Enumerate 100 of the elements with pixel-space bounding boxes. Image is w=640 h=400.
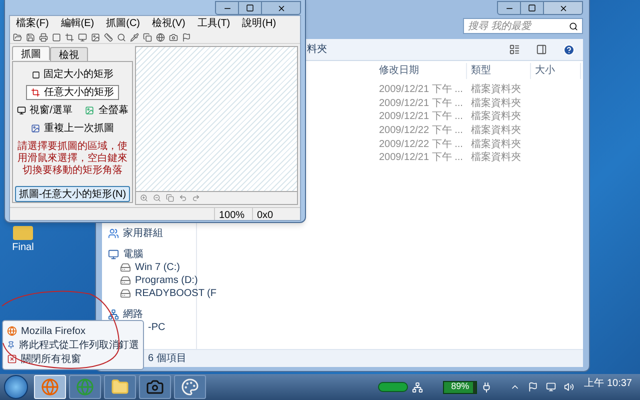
date-cell-text: 2009/12/22 下午 ...	[378, 138, 464, 152]
magnifier-icon[interactable]	[117, 32, 126, 42]
start-button[interactable]	[4, 375, 28, 399]
type-cell-text: 檔案資料夾	[470, 150, 522, 166]
crop-icon[interactable]	[65, 32, 74, 42]
network-icon	[108, 309, 119, 320]
browser-icon	[41, 378, 59, 396]
redo-icon[interactable]	[192, 194, 200, 202]
drive-icon	[120, 288, 131, 299]
menu-item[interactable]: 說明(H)	[242, 16, 276, 31]
copy-icon[interactable]	[143, 32, 152, 42]
menu-item[interactable]: 抓圖(C)	[106, 16, 140, 31]
copy-icon[interactable]	[166, 194, 174, 202]
capture-mode-button[interactable]: 任意大小的矩形	[26, 85, 119, 100]
image-size: 0x0	[252, 208, 300, 220]
column-header[interactable]: 修改日期	[375, 63, 467, 79]
maximize-icon	[246, 4, 254, 12]
browser-icon	[7, 326, 17, 336]
clock[interactable]: 上午 10:37	[584, 376, 632, 391]
close-icon	[276, 4, 286, 12]
window-icon[interactable]	[78, 32, 87, 42]
save-icon[interactable]	[26, 32, 35, 42]
jump-list-item[interactable]: 關閉所有視窗	[21, 352, 81, 366]
speaker-icon[interactable]	[564, 382, 574, 392]
jump-list-item[interactable]: Mozilla Firefox	[21, 324, 86, 338]
capture-mode-button[interactable]: 視窗/選單	[12, 103, 78, 118]
zoom-out-icon[interactable]	[153, 194, 161, 202]
nav-item[interactable]: 網路	[123, 307, 143, 322]
drive-icon	[120, 275, 131, 286]
search-field[interactable]: 搜尋 我的最愛	[463, 18, 583, 34]
maximize-button[interactable]	[239, 1, 261, 15]
landscape-icon	[31, 124, 40, 133]
nav-item[interactable]: READYBOOST (F	[135, 286, 216, 301]
help-icon[interactable]	[563, 44, 575, 56]
maximize-button[interactable]	[521, 1, 543, 15]
nav-item[interactable]: 家用群組	[123, 226, 163, 241]
capture-button[interactable]: 抓圖-任意大小的矩形(N)	[14, 186, 130, 202]
date-cell-text: 2009/12/22 下午 ...	[378, 124, 464, 138]
capture-mode-button[interactable]: 重複上一次抓圖	[26, 121, 119, 136]
taskbar-button[interactable]	[104, 375, 136, 399]
landscape-icon	[85, 106, 94, 115]
plug-icon[interactable]	[481, 382, 492, 392]
close-icon	[558, 4, 568, 12]
close-button[interactable]	[261, 1, 301, 15]
jump-list-item[interactable]: 將此程式從工作列取消釘選	[19, 338, 139, 352]
nav-item[interactable]: Programs (D:)	[135, 273, 198, 288]
battery-percent: 89%	[450, 380, 470, 394]
menu-item[interactable]: 工具(T)	[197, 16, 230, 31]
globe-icon[interactable]	[156, 32, 165, 42]
zoom-level: 100%	[214, 208, 252, 220]
pin-icon	[7, 340, 15, 350]
type-cell-text: 檔案資料夾	[470, 138, 522, 152]
rectangle-icon[interactable]	[52, 32, 61, 42]
date-cell-text: 2009/12/21 下午 ...	[378, 83, 464, 98]
eyedropper-icon[interactable]	[130, 32, 139, 42]
type-cell-text: 檔案資料夾	[470, 124, 522, 138]
network-icon[interactable]	[412, 382, 424, 392]
printer-icon[interactable]	[39, 32, 48, 42]
ruler-icon[interactable]	[104, 32, 113, 42]
camera-icon[interactable]	[169, 32, 178, 42]
people-icon	[108, 228, 119, 239]
capture-mode-button[interactable]: 固定大小的矩形	[26, 67, 118, 82]
capture-mode-button[interactable]: 全螢幕	[80, 103, 134, 118]
close-icon	[7, 354, 17, 364]
type-cell-text: 檔案資料夾	[470, 96, 522, 110]
undo-icon[interactable]	[179, 194, 187, 202]
column-header[interactable]: 大小	[531, 63, 581, 79]
close-button[interactable]	[543, 1, 583, 15]
nav-item[interactable]: -PC	[148, 320, 166, 335]
menu-item[interactable]: 檔案(F)	[16, 16, 49, 31]
tab[interactable]: 檢視	[50, 47, 88, 61]
folder-icon[interactable]	[13, 32, 22, 42]
window-icon	[16, 106, 26, 115]
search-icon	[569, 22, 578, 30]
date-cell-text: 2009/12/21 下午 ...	[378, 151, 464, 166]
menu-item[interactable]: 編輯(E)	[60, 16, 94, 31]
drive-icon	[120, 262, 131, 273]
toolbar-text[interactable]: 料夾	[307, 42, 327, 57]
connection-meter	[378, 382, 408, 392]
zoom-in-icon[interactable]	[140, 194, 148, 202]
column-header[interactable]: 類型	[467, 63, 531, 79]
date-cell-text: 2009/12/21 下午 ...	[378, 96, 464, 111]
nav-item[interactable]: Win 7 (C:)	[135, 260, 180, 275]
taskbar-button[interactable]	[174, 375, 206, 399]
camera-icon	[146, 378, 164, 396]
view-list-icon[interactable]	[509, 44, 520, 55]
preview-pane-icon[interactable]	[536, 44, 547, 55]
crop-icon	[31, 88, 40, 97]
flag-icon[interactable]	[182, 32, 191, 42]
date-cell-text: 2009/12/21 下午 ...	[378, 110, 464, 124]
computer-icon	[108, 249, 119, 260]
type-cell-text: 檔案資料夾	[470, 110, 522, 124]
monitor-icon[interactable]	[546, 382, 556, 392]
nav-item[interactable]: 電腦	[123, 247, 143, 262]
picture-icon[interactable]	[91, 32, 100, 42]
desktop-icon-label[interactable]: Final	[12, 240, 34, 255]
tab[interactable]: 抓圖	[12, 46, 50, 60]
instruction-text: 請選擇要抓圖的區域，使用滑鼠來選擇，空白鍵來切換要移動的矩形角落	[16, 141, 128, 177]
taskbar-button[interactable]	[139, 375, 171, 399]
menu-item[interactable]: 檢視(V)	[152, 16, 186, 31]
